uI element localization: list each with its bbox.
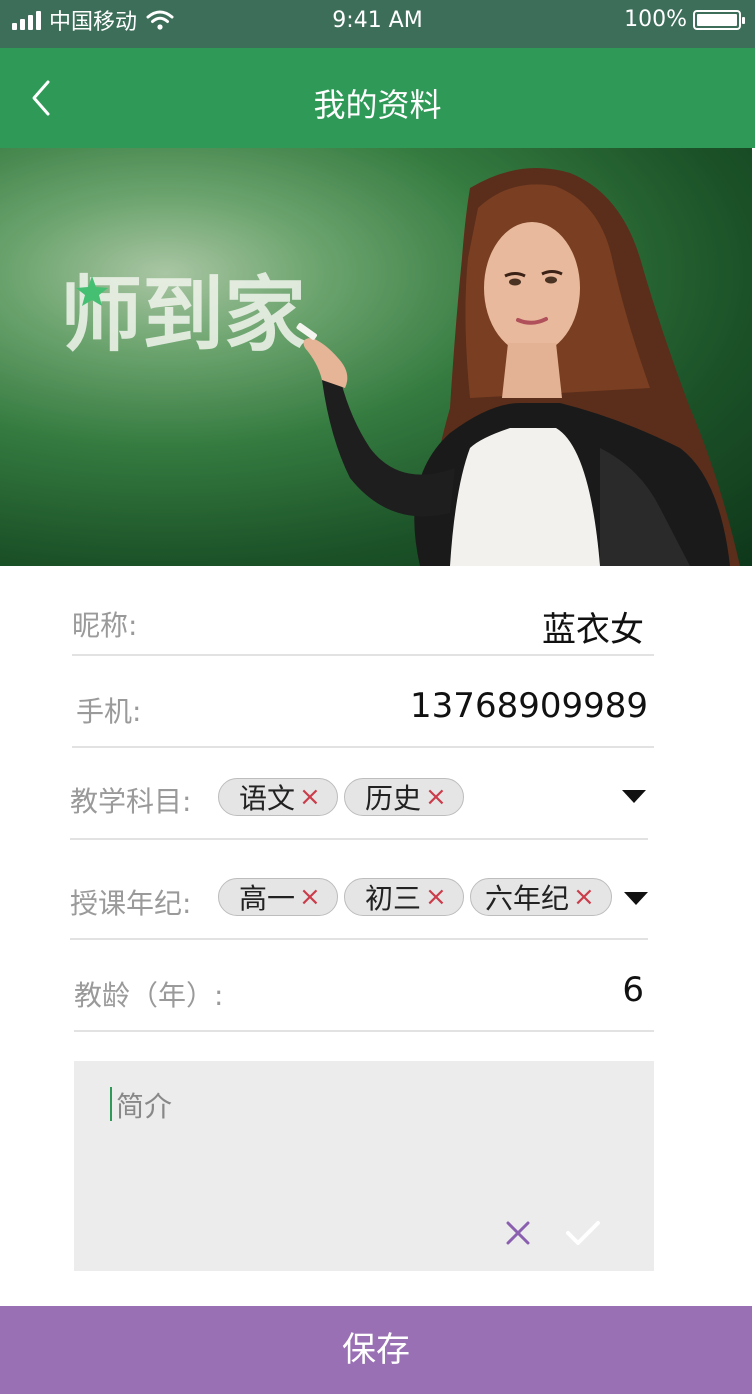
- nickname-value[interactable]: 蓝衣女: [542, 602, 644, 651]
- battery-percent: 100%: [624, 7, 687, 32]
- page-title: 我的资料: [313, 86, 442, 124]
- status-bar: 中国移动 9:41 AM 100%: [0, 0, 755, 48]
- remove-tag-icon[interactable]: ×: [425, 884, 447, 910]
- check-icon[interactable]: [564, 1219, 602, 1247]
- subjects-dropdown-icon[interactable]: [622, 790, 646, 803]
- grade-tag[interactable]: 高一 ×: [218, 878, 338, 916]
- remove-tag-icon[interactable]: ×: [573, 884, 595, 910]
- subjects-row: 教学科目: 语文 × 历史 ×: [70, 760, 648, 840]
- grade-tag-label: 初三: [365, 882, 422, 915]
- remove-tag-icon[interactable]: ×: [299, 884, 321, 910]
- experience-label: 教龄（年）:: [74, 979, 224, 1012]
- grades-row: 授课年纪: 高一 × 初三 × 六年纪 ×: [70, 860, 648, 940]
- text-cursor: [110, 1087, 112, 1121]
- intro-textarea[interactable]: 简介: [74, 1061, 654, 1271]
- grade-tag-label: 六年纪: [485, 882, 570, 915]
- nickname-row[interactable]: 昵称: 蓝衣女: [72, 580, 654, 656]
- intro-placeholder: 简介: [116, 1090, 173, 1123]
- remove-tag-icon[interactable]: ×: [299, 784, 321, 810]
- nickname-label: 昵称:: [72, 609, 138, 642]
- subjects-label: 教学科目:: [70, 785, 192, 818]
- nav-bar: 我的资料: [0, 48, 755, 148]
- subject-tag-label: 语文: [239, 782, 296, 815]
- cover-illustration: 师到家: [0, 148, 752, 566]
- remove-tag-icon[interactable]: ×: [425, 784, 447, 810]
- status-right: 100%: [624, 7, 745, 32]
- grades-dropdown-icon[interactable]: [624, 892, 648, 905]
- subject-tag-label: 历史: [365, 782, 422, 815]
- cover-image: 师到家: [0, 148, 752, 566]
- battery-fill: [697, 13, 737, 26]
- phone-label: 手机:: [76, 695, 142, 728]
- grades-label: 授课年纪:: [70, 887, 192, 920]
- battery-icon: [693, 9, 745, 30]
- phone-value[interactable]: 13768909989: [410, 686, 648, 726]
- grade-tag[interactable]: 六年纪 ×: [470, 878, 612, 916]
- subject-tag[interactable]: 历史 ×: [344, 778, 464, 816]
- experience-row[interactable]: 教龄（年）: 6: [74, 952, 654, 1032]
- save-button[interactable]: 保存: [0, 1306, 752, 1394]
- grade-tag-label: 高一: [239, 882, 296, 915]
- chalk-logo-text: 师到家: [60, 268, 306, 363]
- subject-tag[interactable]: 语文 ×: [218, 778, 338, 816]
- phone-row[interactable]: 手机: 13768909989: [72, 668, 654, 748]
- close-icon[interactable]: [504, 1219, 532, 1247]
- grade-tag[interactable]: 初三 ×: [344, 878, 464, 916]
- experience-value[interactable]: 6: [622, 970, 644, 1010]
